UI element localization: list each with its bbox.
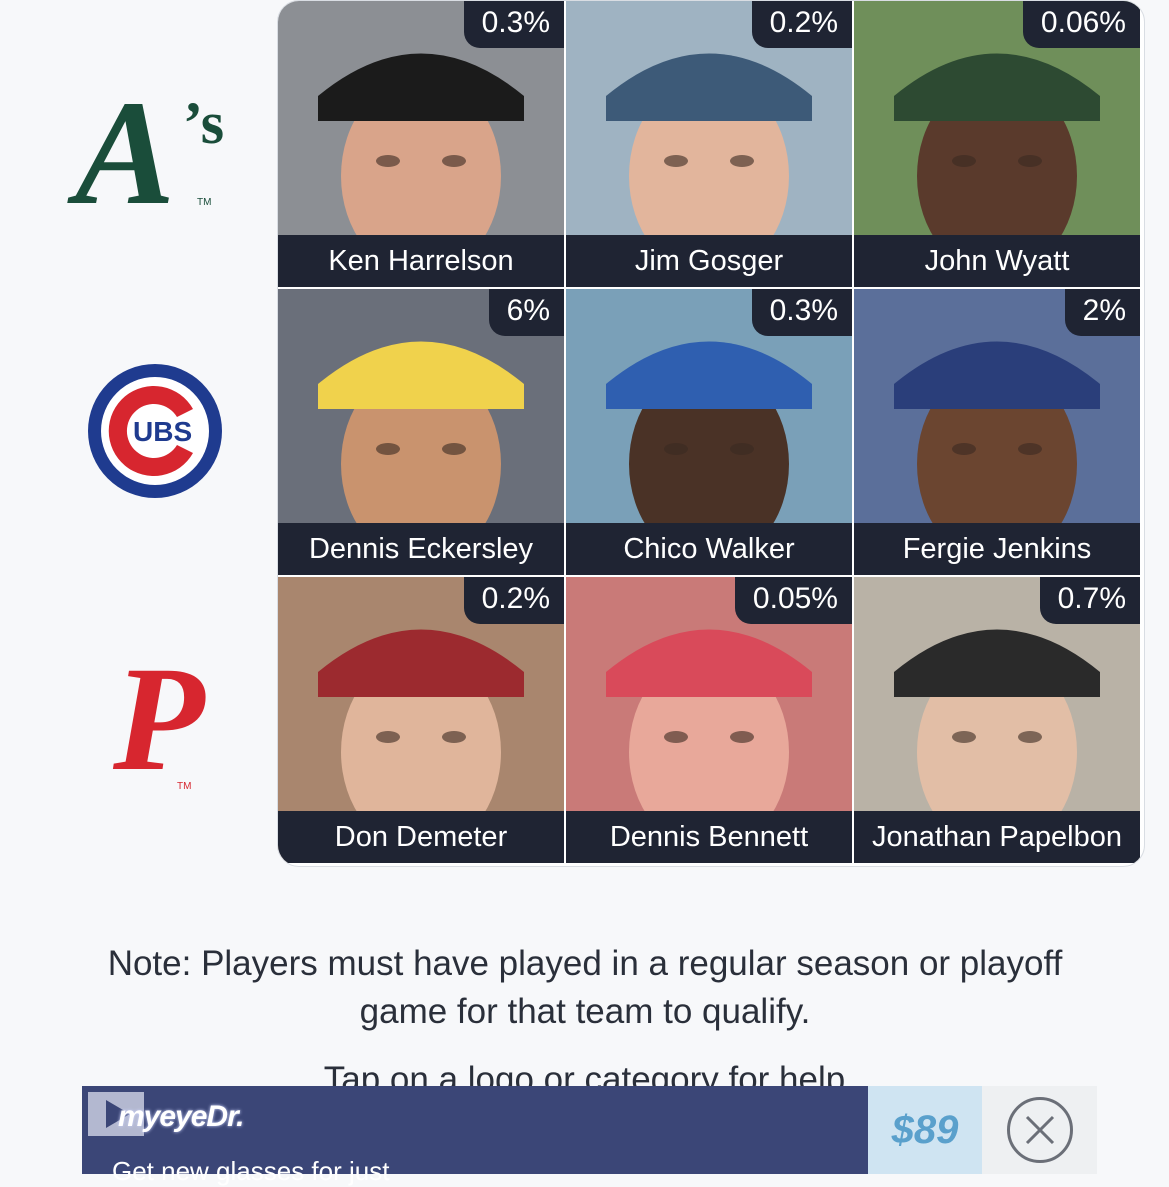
svg-text:TM: TM [177,781,191,792]
player-cell[interactable]: 0.3% Ken Harrelson [278,1,564,287]
pick-percentage: 0.2% [463,577,564,624]
pick-percentage: 0.06% [1022,1,1140,48]
ad-banner[interactable]: myeyeDr. Get new glasses for just $89 [82,1086,1097,1186]
ad-creative[interactable]: myeyeDr. Get new glasses for just [82,1086,868,1186]
player-name: Dennis Eckersley [278,523,564,575]
player-cell[interactable]: 2% Fergie Jenkins [854,289,1140,575]
svg-text:’s: ’s [183,90,224,156]
phillies-logo-icon[interactable]: P TM [60,576,250,862]
player-cell[interactable]: 0.06% John Wyatt [854,1,1140,287]
rules-note: Note: Players must have played in a regu… [107,944,1063,1031]
player-name: Fergie Jenkins [854,523,1140,575]
cubs-logo-icon[interactable]: UBS [60,288,250,574]
close-icon[interactable] [1006,1097,1073,1163]
player-name: Don Demeter [278,811,564,863]
pick-percentage: 0.3% [751,289,852,336]
svg-text:TM: TM [197,197,211,208]
svg-text:A: A [67,70,175,223]
pick-percentage: 0.05% [734,577,852,624]
pick-percentage: 6% [488,289,564,336]
player-name: Jonathan Papelbon [854,811,1140,863]
player-name: Chico Walker [566,523,852,575]
player-name: Jim Gosger [566,235,852,287]
player-cell[interactable]: 0.2% Don Demeter [278,577,564,863]
svg-text:P: P [112,639,206,799]
player-name: John Wyatt [854,235,1140,287]
ad-brand: myeyeDr. [118,1100,244,1133]
pick-percentage: 0.3% [463,1,564,48]
player-cell[interactable]: 6% Dennis Eckersley [278,289,564,575]
ad-price: $89 [868,1086,982,1174]
svg-text:UBS: UBS [133,416,192,447]
player-cell[interactable]: 0.05% Dennis Bennett [566,577,852,863]
player-cell[interactable]: 0.3% Chico Walker [566,289,852,575]
pick-percentage: 0.7% [1039,577,1140,624]
player-name: Ken Harrelson [278,235,564,287]
player-name: Dennis Bennett [566,811,852,863]
player-cell[interactable]: 0.7% Jonathan Papelbon [854,577,1140,863]
athletics-logo-icon[interactable]: A ’s TM [60,0,250,286]
ad-tagline: Get new glasses for just [112,1156,390,1186]
pick-percentage: 0.2% [751,1,852,48]
pick-percentage: 2% [1064,289,1140,336]
player-grid: 0.3% Ken Harrelson 0.2% Jim Gosger 0.06% John… [277,0,1145,867]
player-cell[interactable]: 0.2% Jim Gosger [566,1,852,287]
